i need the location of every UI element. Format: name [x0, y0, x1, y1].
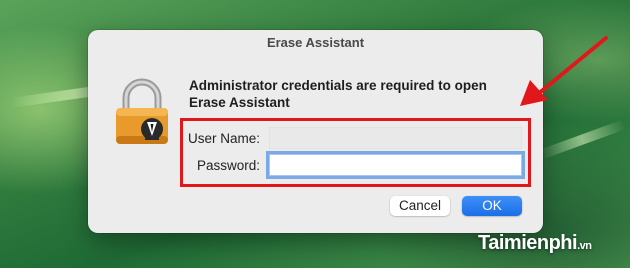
password-label: Password:: [196, 158, 260, 173]
auth-message-line: Erase Assistant: [189, 95, 290, 110]
watermark-logo: Taimienphi.vn: [478, 232, 592, 255]
auth-message-line: Administrator credentials are required t…: [189, 78, 487, 93]
cancel-button[interactable]: Cancel: [390, 196, 450, 216]
watermark-brand: Taimienphi: [478, 232, 578, 254]
window-title: Erase Assistant: [266, 35, 365, 50]
ok-button[interactable]: OK: [462, 196, 522, 216]
auth-dialog: Erase Assistant Administrator credential…: [88, 30, 543, 233]
watermark-suffix: .vn: [577, 240, 592, 252]
auth-message: Administrator credentials are required t…: [189, 77, 519, 111]
username-input[interactable]: [269, 127, 522, 149]
username-label: User Name:: [187, 131, 260, 146]
red-arrow-icon: [516, 34, 612, 110]
password-input[interactable]: [269, 154, 522, 176]
padlock-icon: [112, 76, 172, 146]
